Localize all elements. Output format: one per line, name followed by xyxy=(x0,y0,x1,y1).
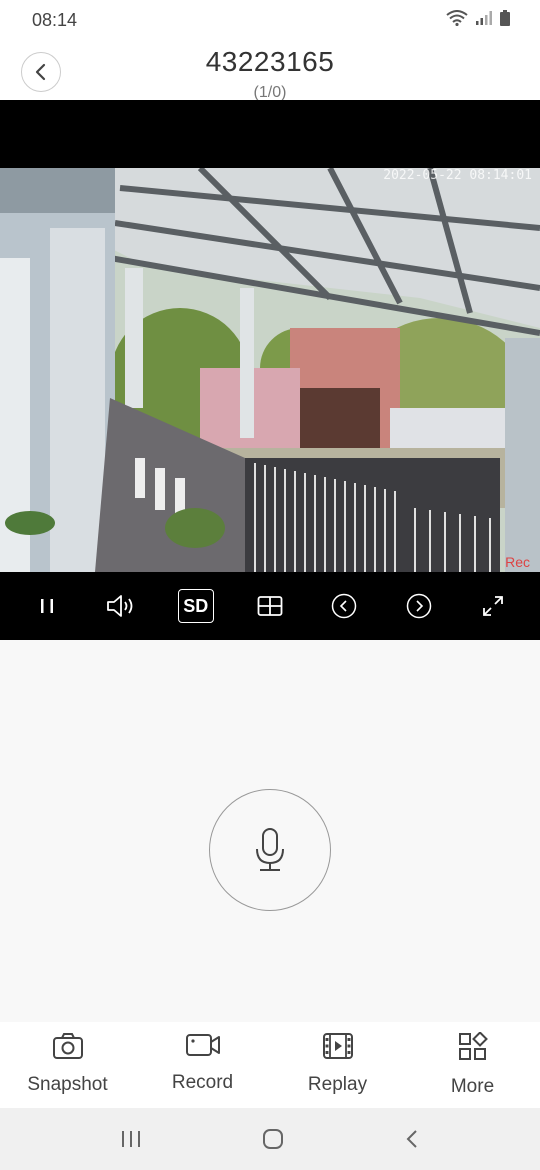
pause-icon xyxy=(41,599,54,613)
video-camera-icon xyxy=(185,1034,220,1056)
more-button[interactable]: More xyxy=(405,1022,540,1108)
film-play-icon xyxy=(322,1033,353,1059)
microphone-icon xyxy=(256,828,284,871)
grid-icon xyxy=(257,596,283,616)
multiview-button[interactable] xyxy=(250,586,290,626)
page-title: 43223165 xyxy=(205,46,335,77)
replay-button[interactable]: Replay xyxy=(270,1022,405,1108)
camera-feed[interactable]: 2022-05-22 08:14:01 Rec xyxy=(0,168,540,572)
camera-icon xyxy=(52,1033,83,1059)
previous-channel-button[interactable] xyxy=(324,586,364,626)
battery-icon xyxy=(500,10,510,26)
more-label: More xyxy=(450,1076,495,1097)
record-label: Record xyxy=(171,1072,234,1093)
system-nav-bar xyxy=(0,1108,540,1170)
talk-area xyxy=(0,640,540,1022)
next-channel-button[interactable] xyxy=(399,586,439,626)
apps-icon xyxy=(458,1032,488,1060)
wifi-icon xyxy=(446,10,468,26)
pause-button[interactable] xyxy=(27,586,67,626)
replay-label: Replay xyxy=(307,1074,368,1095)
volume-button[interactable] xyxy=(101,586,141,626)
header: 43223165 (1/0) xyxy=(0,40,540,100)
back-nav-icon[interactable] xyxy=(404,1128,420,1150)
talk-button[interactable] xyxy=(209,789,331,911)
signal-icon xyxy=(476,11,492,25)
video-controls: SD xyxy=(0,572,540,640)
recent-apps-icon[interactable] xyxy=(120,1129,142,1149)
chevron-right-circle-icon xyxy=(406,593,431,619)
bottom-toolbar: Snapshot Record Replay More xyxy=(0,1022,540,1108)
status-time: 08:14 xyxy=(32,10,78,30)
page-subtitle: (1/0) xyxy=(253,84,287,100)
home-icon[interactable] xyxy=(261,1127,285,1151)
record-button[interactable]: Record xyxy=(135,1022,270,1108)
video-rec-indicator: Rec xyxy=(505,554,530,570)
speaker-icon xyxy=(107,595,133,617)
camera-feed-image xyxy=(0,168,540,572)
status-bar: 08:14 xyxy=(0,0,540,40)
fullscreen-icon xyxy=(482,596,503,616)
video-player[interactable]: 2022-05-22 08:14:01 Rec SD xyxy=(0,100,540,640)
status-icons xyxy=(446,10,510,26)
snapshot-label: Snapshot xyxy=(27,1074,108,1095)
snapshot-button[interactable]: Snapshot xyxy=(0,1022,135,1108)
sd-badge: SD xyxy=(177,589,214,623)
video-timestamp: 2022-05-22 08:14:01 xyxy=(383,168,532,183)
fullscreen-button[interactable] xyxy=(473,586,513,626)
chevron-left-circle-icon xyxy=(332,593,357,619)
quality-button[interactable]: SD xyxy=(176,586,216,626)
